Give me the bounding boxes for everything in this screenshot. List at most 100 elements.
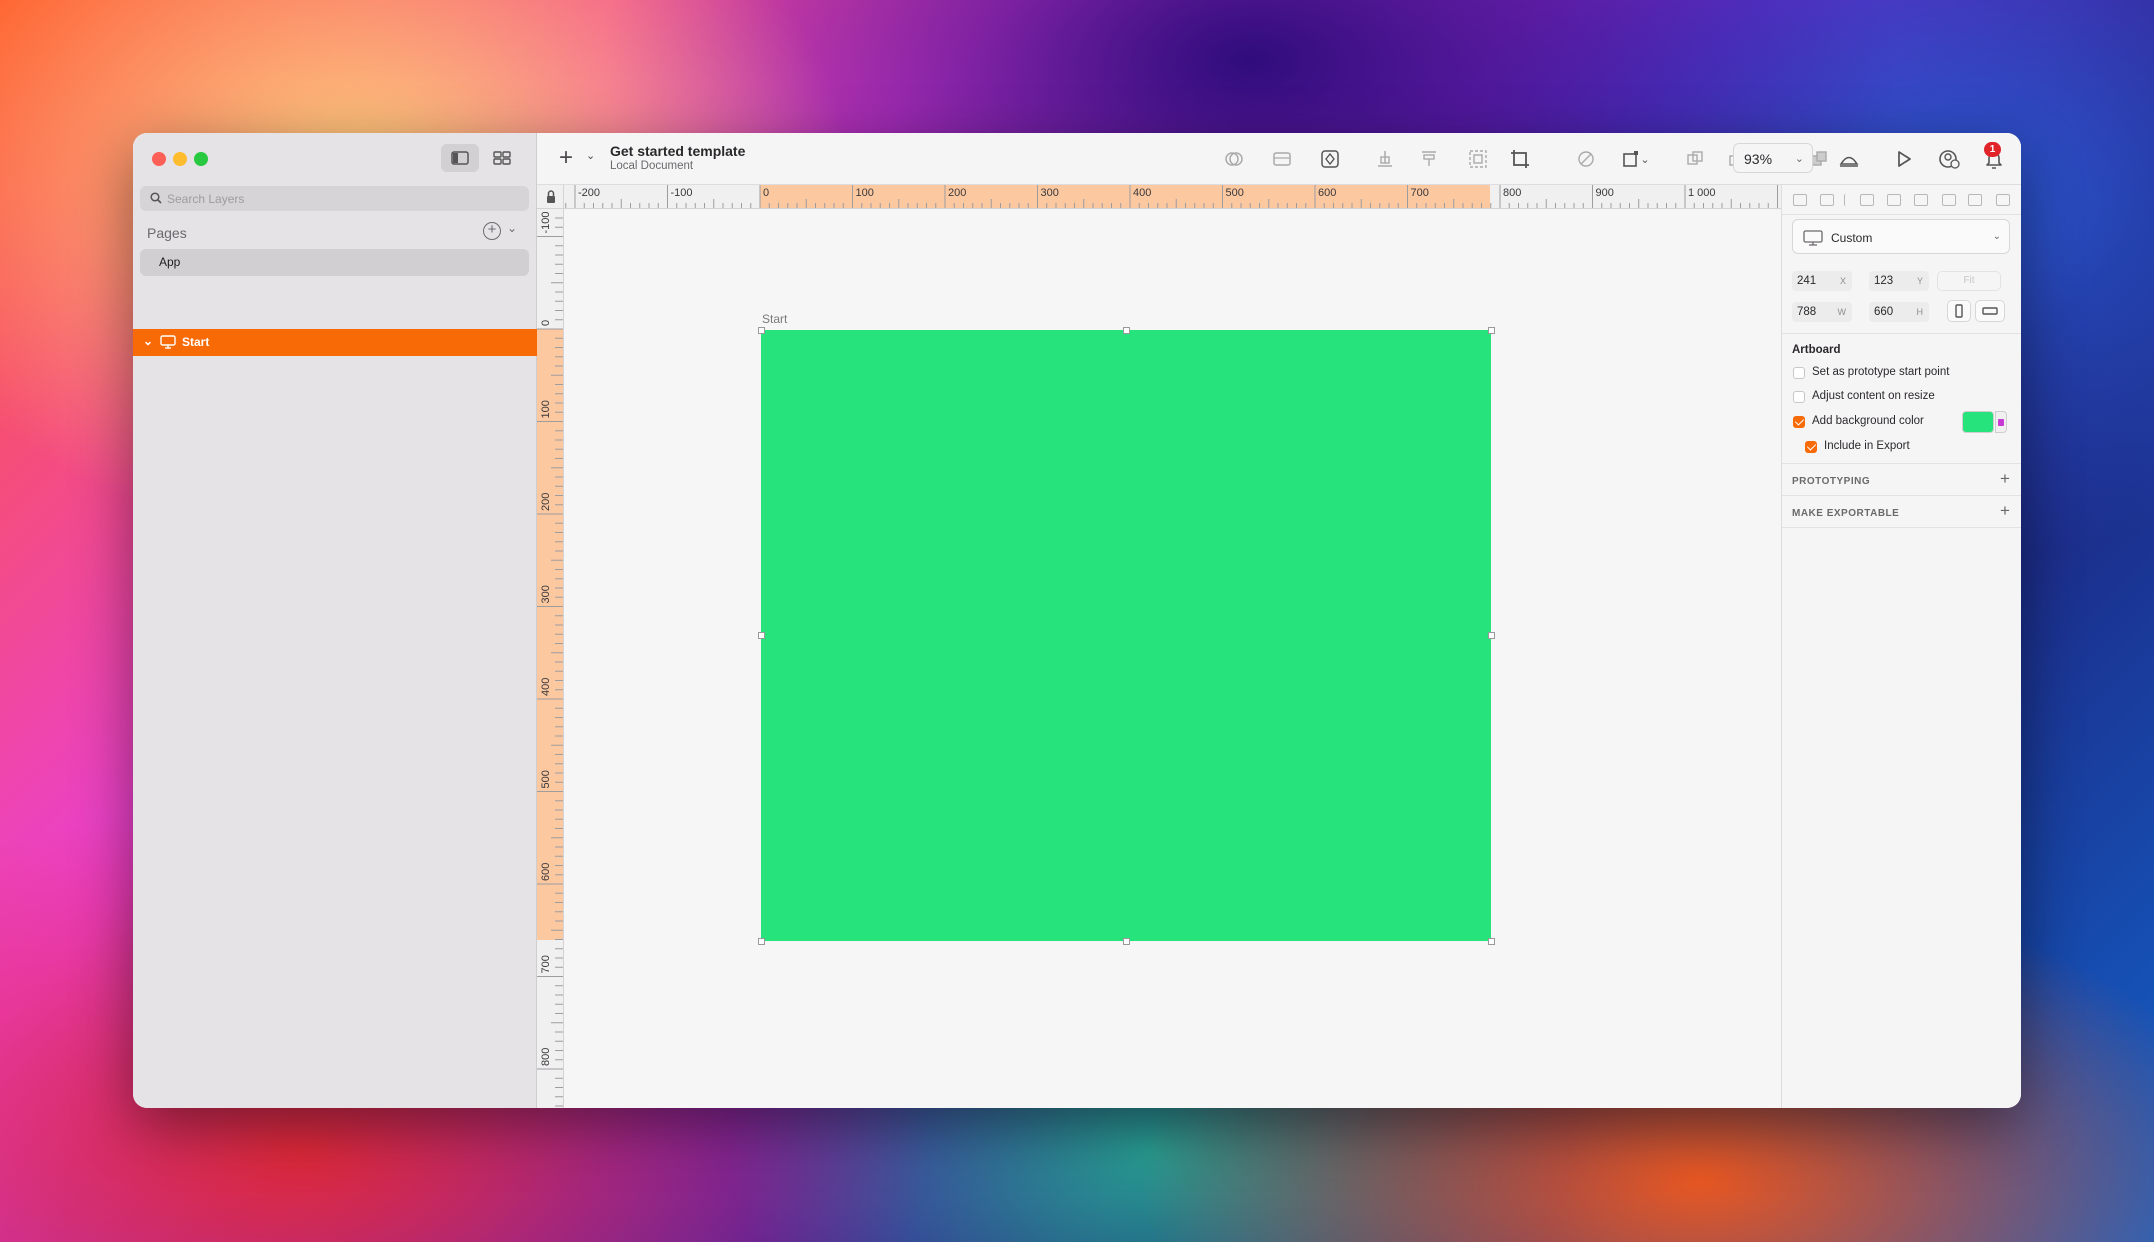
ruler-label: 800 <box>1503 187 1521 199</box>
align-left-icon[interactable] <box>1860 194 1874 206</box>
chevron-down-icon: ⌄ <box>1794 153 1804 165</box>
divider <box>1844 194 1848 206</box>
include-in-export-checkbox[interactable] <box>1805 441 1817 453</box>
resize-handle-bottom-left[interactable] <box>758 938 765 945</box>
notification-badge: 1 <box>1984 142 2001 157</box>
align-center-icon[interactable] <box>1887 194 1901 206</box>
artboard-section-title: Artboard <box>1792 344 1841 356</box>
landscape-button[interactable] <box>1975 300 2005 322</box>
fit-button[interactable]: Fit <box>1937 271 2001 291</box>
sidebar-icon <box>451 151 469 165</box>
landscape-icon <box>1982 307 1998 315</box>
prototype-start-checkbox[interactable] <box>1793 367 1805 379</box>
prototype-start-label: Set as prototype start point <box>1812 366 1950 378</box>
align-middle-icon[interactable] <box>1968 194 1982 206</box>
ruler-label: 400 <box>540 678 552 696</box>
ruler-label: 900 <box>1596 187 1614 199</box>
chevron-down-icon[interactable]: ⌄ <box>1638 147 1652 171</box>
align-icon[interactable] <box>1820 194 1834 206</box>
resize-handle-bottom-right[interactable] <box>1488 938 1495 945</box>
lock-icon <box>547 190 555 203</box>
width-value: 788 <box>1797 306 1817 318</box>
artboard-label[interactable]: Start <box>762 312 787 326</box>
vertical-ruler: -100 0 100 200 300 400 500 600 700 800 <box>537 209 564 1108</box>
x-field[interactable]: 241 X <box>1792 271 1852 291</box>
add-page-icon[interactable]: + <box>483 222 501 240</box>
insert-button[interactable]: + <box>559 144 573 172</box>
chevron-down-icon[interactable]: ⌄ <box>507 221 517 235</box>
resize-handle-right[interactable] <box>1488 632 1495 639</box>
ruler-label: 500 <box>540 770 552 788</box>
share-icon[interactable] <box>1837 147 1861 171</box>
ruler-lock[interactable] <box>537 185 564 209</box>
ruler-label: 0 <box>763 187 769 199</box>
adjust-content-label: Adjust content on resize <box>1812 390 1935 402</box>
ruler-label: 200 <box>948 187 966 199</box>
ruler-label: -100 <box>540 211 552 233</box>
resize-handle-top-right[interactable] <box>1488 327 1495 334</box>
add-prototyping-icon[interactable]: + <box>2000 469 2010 489</box>
horizontal-ruler-ticks: -200 -100 0 100 200 300 400 500 600 700 800 900 1 00… <box>565 185 1778 208</box>
chevron-down-icon[interactable]: ⌄ <box>586 149 595 162</box>
zoom-window-button[interactable] <box>194 152 208 166</box>
layer-item-start[interactable]: ⌄ Start <box>133 329 537 356</box>
color-picker-icon[interactable] <box>1995 411 2007 433</box>
background-color-label: Add background color <box>1812 415 1924 427</box>
close-window-button[interactable] <box>152 152 166 166</box>
alignment-toolbar <box>1782 185 2021 215</box>
distribute-icon[interactable] <box>1373 147 1397 171</box>
inspector: Custom ⌄ 241 X 123 Y Fit 788 W 660 H Art… <box>1781 185 2021 1108</box>
width-unit: W <box>1837 307 1847 317</box>
play-icon[interactable] <box>1892 147 1916 171</box>
create-symbol-icon[interactable] <box>1318 147 1342 171</box>
search-layers[interactable] <box>140 186 529 211</box>
union-icon[interactable] <box>1683 147 1707 171</box>
symbol-icon[interactable] <box>1270 147 1294 171</box>
components-view-button[interactable] <box>483 144 521 172</box>
ruler-label: 400 <box>1133 187 1151 199</box>
background-color-checkbox[interactable] <box>1793 416 1805 428</box>
search-input[interactable] <box>167 186 507 211</box>
align-right-icon[interactable] <box>1914 194 1928 206</box>
y-field[interactable]: 123 Y <box>1869 271 1929 291</box>
chevron-down-icon[interactable]: ⌄ <box>143 334 153 348</box>
scale-icon[interactable] <box>1466 147 1490 171</box>
grid-icon <box>493 151 511 165</box>
preset-value: Custom <box>1831 231 1873 245</box>
resize-handle-top[interactable] <box>1123 327 1130 334</box>
resize-icon[interactable] <box>1508 147 1532 171</box>
background-color-swatch[interactable] <box>1962 411 1994 433</box>
align-top-icon[interactable] <box>1417 147 1441 171</box>
resize-handle-top-left[interactable] <box>758 327 765 334</box>
account-icon[interactable] <box>1937 147 1961 171</box>
document-subtitle: Local Document <box>610 160 694 172</box>
toolbar: + ⌄ Get started template Local Document … <box>537 133 2021 185</box>
width-field[interactable]: 788 W <box>1792 302 1852 322</box>
divider <box>1782 495 2021 496</box>
adjust-content-checkbox[interactable] <box>1793 391 1805 403</box>
ruler-label: 700 <box>540 955 552 973</box>
ruler-label: 600 <box>540 863 552 881</box>
horizontal-ruler: -200 -100 0 100 200 300 400 500 600 700 800 900 1 00… <box>564 185 1914 209</box>
artboard-start[interactable] <box>761 330 1491 941</box>
artboard-preset-select[interactable]: Custom ⌄ <box>1792 219 2010 254</box>
align-bottom-icon[interactable] <box>1996 194 2010 206</box>
resize-handle-left[interactable] <box>758 632 765 639</box>
zoom-select[interactable]: 93% ⌄ <box>1733 143 1813 173</box>
align-icon[interactable] <box>1793 194 1807 206</box>
resize-handle-bottom[interactable] <box>1123 938 1130 945</box>
minimize-window-button[interactable] <box>173 152 187 166</box>
add-export-icon[interactable]: + <box>2000 501 2010 521</box>
artboard-icon <box>1803 230 1823 246</box>
canvas[interactable]: Start <box>565 210 1914 1108</box>
ruler-label: -200 <box>578 187 600 199</box>
mask-icon[interactable] <box>1222 147 1246 171</box>
edit-icon[interactable] <box>1574 147 1598 171</box>
layers-view-button[interactable] <box>441 144 479 172</box>
portrait-button[interactable] <box>1947 300 1971 322</box>
search-icon <box>150 192 162 204</box>
height-field[interactable]: 660 H <box>1869 302 1929 322</box>
align-top-icon[interactable] <box>1942 194 1956 206</box>
y-unit: Y <box>1916 276 1923 286</box>
page-item-app[interactable]: App <box>140 249 529 276</box>
